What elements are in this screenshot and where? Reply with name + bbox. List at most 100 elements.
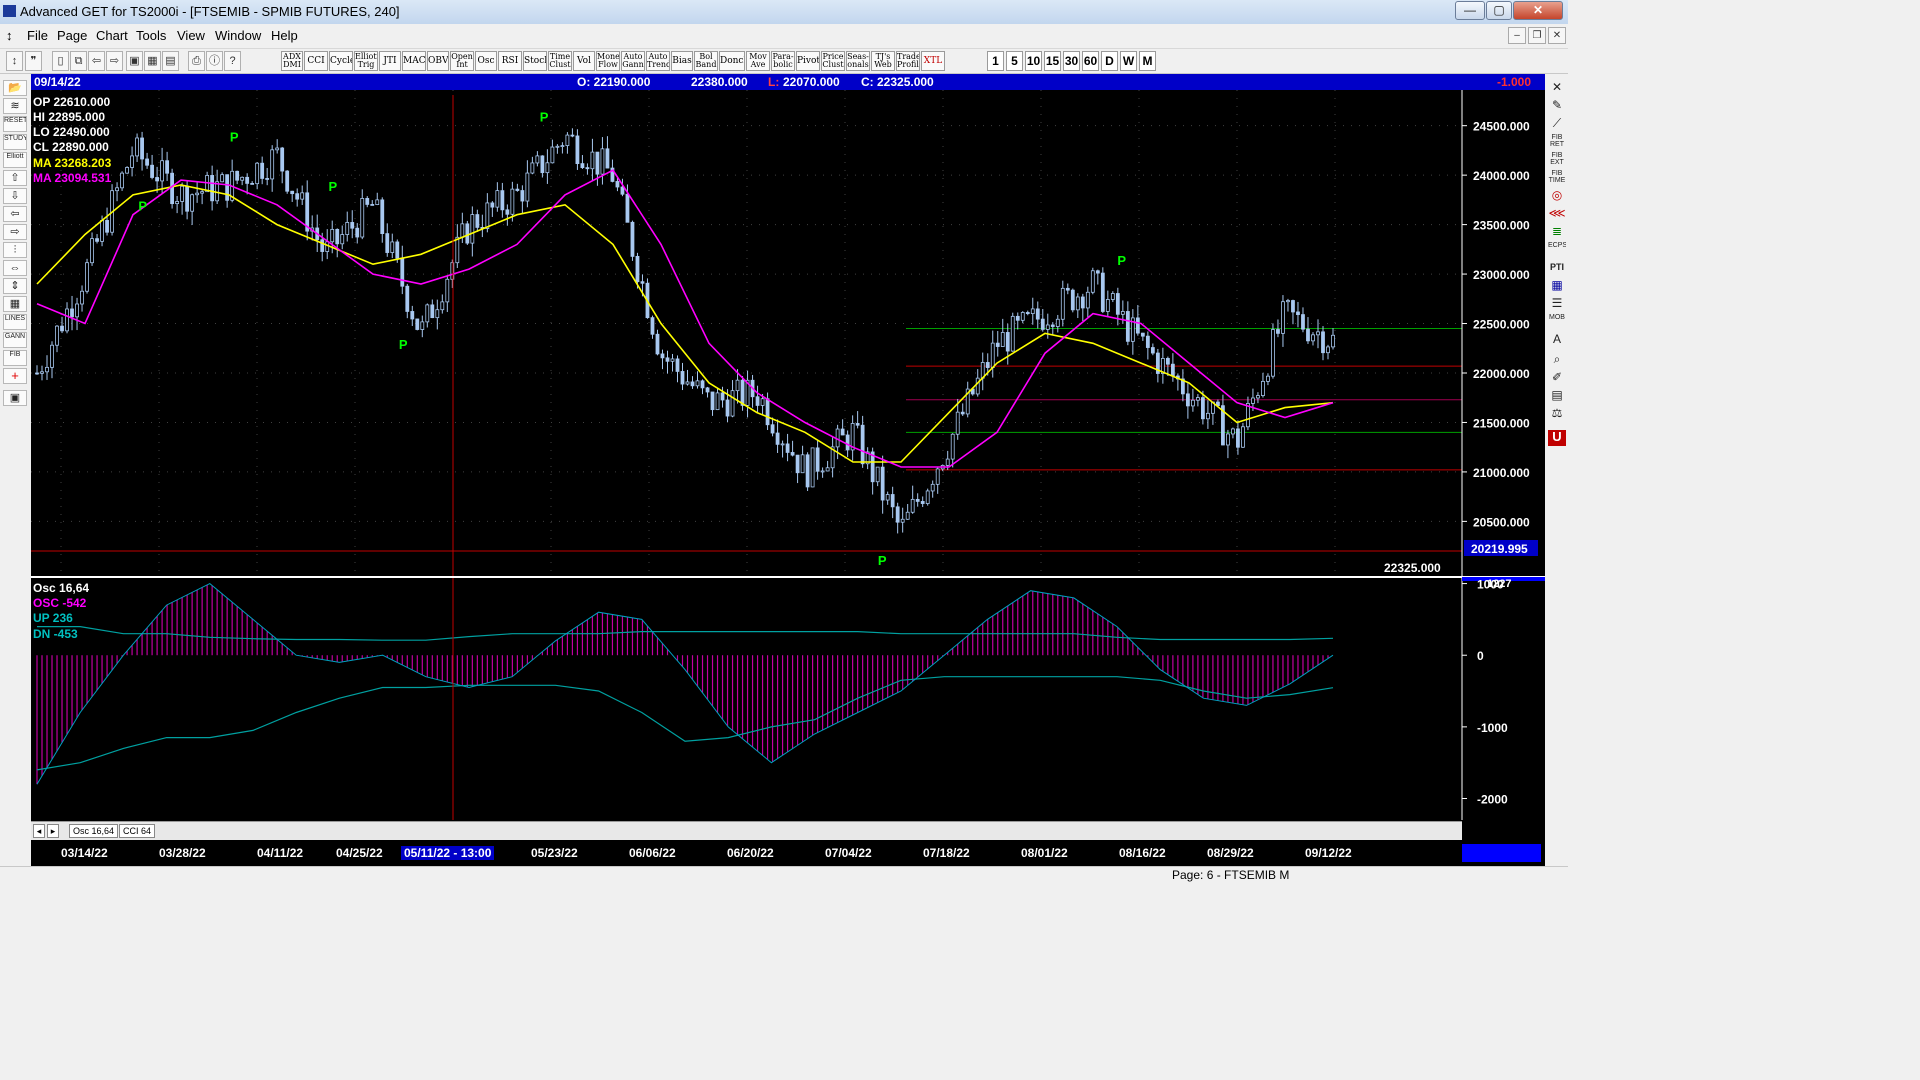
window-icon[interactable]: ▣ bbox=[126, 51, 143, 71]
study-button-pivot[interactable]: Pivot bbox=[796, 51, 820, 71]
study-button-stoch[interactable]: Stoch bbox=[523, 51, 547, 71]
help-icon[interactable]: ? bbox=[224, 51, 241, 71]
elliott-button[interactable]: Elliott bbox=[3, 152, 27, 168]
book-icon[interactable]: ▤ bbox=[1548, 388, 1566, 404]
study-button-trade-profile[interactable]: Trade Profile bbox=[896, 51, 920, 71]
study-button-macd[interactable]: MACD bbox=[402, 51, 426, 71]
arrow-up-icon[interactable]: ⇧ bbox=[3, 170, 27, 186]
expand-icon[interactable]: ⇔ bbox=[3, 260, 27, 276]
maximize-button[interactable]: ▢ bbox=[1486, 1, 1512, 20]
open-icon[interactable]: 📂 bbox=[3, 80, 27, 96]
close-x-icon[interactable]: ✕ bbox=[1548, 80, 1566, 96]
compress-icon[interactable]: ⇕ bbox=[3, 278, 27, 294]
study-button-obv[interactable]: OBV bbox=[427, 51, 449, 71]
study-button-tjs-web[interactable]: TJ's Web bbox=[871, 51, 895, 71]
mob-button[interactable]: MOB bbox=[1548, 314, 1566, 330]
study-button-price-clust[interactable]: Price Clust bbox=[821, 51, 845, 71]
chart-svg[interactable]: P P P P P P P 24500.000 24000.000 23500.000 23000… bbox=[31, 90, 1545, 820]
study-button-cycles[interactable]: Cycles bbox=[329, 51, 353, 71]
crosshair-icon[interactable]: + bbox=[3, 368, 27, 384]
grid-icon[interactable]: ▦ bbox=[144, 51, 161, 71]
menu-file[interactable]: File bbox=[27, 28, 48, 43]
study-button-time-clust[interactable]: Time Clust bbox=[548, 51, 572, 71]
study-button-mov-ave[interactable]: Mov Ave bbox=[746, 51, 770, 71]
study-button-auto-trend[interactable]: Auto Trend bbox=[646, 51, 670, 71]
close-button[interactable]: ✕ bbox=[1513, 1, 1563, 20]
ecps-button[interactable]: ECPS bbox=[1548, 242, 1566, 258]
mdi-close-button[interactable]: ✕ bbox=[1548, 27, 1566, 44]
interval-button-d[interactable]: D bbox=[1101, 51, 1118, 71]
gann-button[interactable]: GANN bbox=[3, 332, 27, 348]
menu-tools[interactable]: Tools bbox=[136, 28, 166, 43]
cursor-icon[interactable]: ↕ bbox=[6, 51, 23, 71]
quote-icon[interactable]: ❞ bbox=[25, 51, 42, 71]
menu-help[interactable]: Help bbox=[271, 28, 298, 43]
lines-button[interactable]: LINES bbox=[3, 314, 27, 330]
tab-prev-button[interactable]: ◂ bbox=[33, 824, 45, 838]
interval-button-30[interactable]: 30 bbox=[1063, 51, 1080, 71]
copy-icon[interactable]: ⧉ bbox=[70, 51, 87, 71]
study-button-parabolic[interactable]: Para- bolic bbox=[771, 51, 795, 71]
study-button-osc[interactable]: Osc bbox=[475, 51, 497, 71]
fib-ext-button[interactable]: FIB EXT bbox=[1548, 152, 1566, 168]
study-button-auto-gann[interactable]: Auto Gann bbox=[621, 51, 645, 71]
spiral-icon[interactable]: ◎ bbox=[1548, 188, 1566, 204]
zoom-icon[interactable]: ⌕ bbox=[1548, 352, 1566, 368]
study-button-cci[interactable]: CCI bbox=[304, 51, 328, 71]
interval-button-15[interactable]: 15 bbox=[1044, 51, 1061, 71]
tab-cci[interactable]: CCI 64 bbox=[119, 824, 156, 838]
study-button-elliott-trig[interactable]: Elliott Trig bbox=[354, 51, 378, 71]
study-button-vol[interactable]: Vol bbox=[573, 51, 595, 71]
scale-icon[interactable]: ⚖ bbox=[1548, 406, 1566, 422]
grid-icon[interactable]: ▦ bbox=[1548, 278, 1566, 294]
study-button-xtl[interactable]: XTL bbox=[921, 51, 945, 71]
pencil-icon[interactable]: ✎ bbox=[1548, 98, 1566, 114]
study-button-bol-band[interactable]: Bol Band bbox=[694, 51, 718, 71]
channel-icon[interactable]: ≣ bbox=[1548, 224, 1566, 240]
brush-icon[interactable]: ✐ bbox=[1548, 370, 1566, 386]
mdi-restore-button[interactable]: ❐ bbox=[1528, 27, 1546, 44]
study-button-money-flow[interactable]: Money Flow bbox=[596, 51, 620, 71]
pti-button[interactable]: PTI bbox=[1548, 260, 1566, 276]
interval-button-60[interactable]: 60 bbox=[1082, 51, 1099, 71]
study-button[interactable]: STUDY bbox=[3, 134, 27, 150]
mdi-minimize-button[interactable]: – bbox=[1508, 27, 1526, 44]
trendline-icon[interactable]: ⟋ bbox=[1548, 116, 1566, 132]
arrow-right-icon[interactable]: ⇨ bbox=[3, 224, 27, 240]
new-page-icon[interactable]: ▯ bbox=[52, 51, 69, 71]
wave-icon[interactable]: ≋ bbox=[3, 98, 27, 114]
fib-ret-button[interactable]: FIB RET bbox=[1548, 134, 1566, 150]
fib-time-button[interactable]: FIB TIME bbox=[1548, 170, 1566, 186]
interval-button-10[interactable]: 10 bbox=[1025, 51, 1042, 71]
interval-button-w[interactable]: W bbox=[1120, 51, 1137, 71]
study-button-donch[interactable]: Donch bbox=[719, 51, 745, 71]
study-button-jti[interactable]: JTI bbox=[379, 51, 401, 71]
study-button-open-int[interactable]: Open Int bbox=[450, 51, 474, 71]
print-icon[interactable]: ⎙ bbox=[188, 51, 205, 71]
arrow-down-icon[interactable]: ⇩ bbox=[3, 188, 27, 204]
magnet-icon[interactable]: U bbox=[1548, 430, 1566, 446]
fib-button[interactable]: FIB bbox=[3, 350, 27, 366]
interval-button-5[interactable]: 5 bbox=[1006, 51, 1023, 71]
info-icon[interactable]: ⓘ bbox=[206, 51, 223, 71]
arrow-left-icon[interactable]: ⇦ bbox=[3, 206, 27, 222]
study-button-bias[interactable]: Bias bbox=[671, 51, 693, 71]
menu-view[interactable]: View bbox=[177, 28, 205, 43]
back-icon[interactable]: ⇦ bbox=[88, 51, 105, 71]
tab-next-button[interactable]: ▸ bbox=[47, 824, 59, 838]
text-icon[interactable]: A bbox=[1548, 332, 1566, 348]
layout-icon[interactable]: ▤ bbox=[162, 51, 179, 71]
bars-icon[interactable]: ⫶ bbox=[3, 242, 27, 258]
fan-icon[interactable]: ⋘ bbox=[1548, 206, 1566, 222]
table-icon[interactable]: ▦ bbox=[3, 296, 27, 312]
study-button-rsi[interactable]: RSI bbox=[498, 51, 522, 71]
save-icon[interactable]: ▣ bbox=[3, 390, 27, 406]
reset-button[interactable]: RESET bbox=[3, 116, 27, 132]
menu-window[interactable]: Window bbox=[215, 28, 261, 43]
forward-icon[interactable]: ⇨ bbox=[106, 51, 123, 71]
menu-chart[interactable]: Chart bbox=[96, 28, 128, 43]
menu-page[interactable]: Page bbox=[57, 28, 87, 43]
minimize-button[interactable]: — bbox=[1455, 1, 1485, 20]
levels-icon[interactable]: ☰ bbox=[1548, 296, 1566, 312]
interval-button-1[interactable]: 1 bbox=[987, 51, 1004, 71]
